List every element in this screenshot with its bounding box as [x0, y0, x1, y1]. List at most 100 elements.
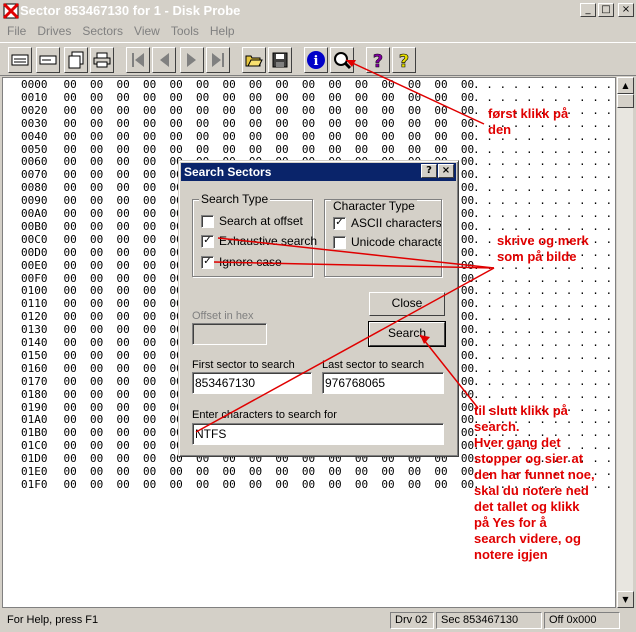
chars-field[interactable]: NTFS — [192, 423, 444, 445]
hex-offset: 0180 — [21, 387, 48, 401]
hex-ascii: . . . . . . . . . . . . . . . . — [473, 323, 613, 337]
hex-ascii: . . . . . . . . . . . . . . . . — [473, 297, 613, 311]
hex-offset: 0090 — [21, 194, 48, 208]
hex-ascii: . . . . . . . . . . . . . . . . — [473, 271, 613, 285]
hex-bytes: 00 00 00 00 00 00 00 00 00 00 00 00 00 0… — [63, 90, 475, 104]
maximize-button[interactable]: □ — [598, 3, 614, 17]
context-help-icon[interactable]: ? — [392, 47, 416, 73]
hex-offset: 00D0 — [21, 245, 48, 259]
annotation-line: på Yes for å — [474, 515, 547, 530]
hex-bytes: 00 00 00 00 00 00 00 00 00 00 00 00 00 0… — [63, 477, 475, 491]
hex-offset: 0020 — [21, 103, 48, 117]
minimize-button[interactable]: _ — [580, 3, 596, 17]
menu-drives[interactable]: Drives — [32, 22, 77, 40]
first-icon[interactable] — [126, 47, 150, 73]
annotation-line: den har funnet noe, — [474, 467, 595, 482]
search-icon[interactable] — [330, 47, 354, 73]
dialog-close-button[interactable]: Close — [369, 292, 445, 316]
open-icon[interactable] — [242, 47, 266, 73]
menu-help[interactable]: Help — [205, 22, 241, 40]
hex-row: 01F0 00 00 00 00 00 00 00 00 00 00 00 00 … — [21, 477, 475, 491]
hex-offset: 00F0 — [21, 271, 48, 285]
hex-ascii: . . . . . . . . . . . . . . . . — [473, 387, 613, 401]
hex-ascii: . . . . . . . . . . . . . . . . — [473, 348, 613, 362]
svg-text:?: ? — [373, 51, 383, 70]
annotation-first: først klikk på den — [488, 106, 568, 138]
toolbar: i ? ? — [0, 42, 636, 76]
doc-icon[interactable] — [8, 47, 32, 73]
hex-offset: 0150 — [21, 348, 48, 362]
info-icon[interactable]: i — [304, 47, 328, 73]
checkbox-label: Exhaustive search — [219, 234, 318, 248]
checkbox-box[interactable]: ✓ — [201, 255, 214, 269]
hex-ascii: . . . . . . . . . . . . . . . . — [473, 361, 613, 375]
status-sector: Sec 853467130 — [436, 612, 542, 629]
annotation-line: search videre, og — [474, 531, 581, 546]
hex-ascii: . . . . . . . . . . . . . . . . — [473, 207, 613, 220]
hex-offset: 0140 — [21, 336, 48, 349]
vertical-scrollbar[interactable]: ▲ ▼ — [616, 77, 634, 608]
hex-row: 0050 00 00 00 00 00 00 00 00 00 00 00 00 … — [21, 142, 474, 156]
hex-offset: 0050 — [21, 142, 48, 156]
drive-icon[interactable] — [36, 47, 60, 73]
hex-offset: 00C0 — [21, 232, 48, 246]
copy-icon[interactable] — [64, 47, 88, 73]
unicode-checkbox[interactable]: Unicode characters — [333, 235, 441, 249]
ascii-checkbox[interactable]: ✓ ASCII characters — [333, 216, 441, 230]
close-button[interactable]: × — [618, 3, 634, 17]
status-bar: For Help, press F1 Drv 02 Sec 853467130 … — [0, 610, 636, 630]
hex-ascii: . . . . . . . . . . . . . . . . — [473, 168, 613, 182]
scroll-down-icon[interactable]: ▼ — [617, 591, 634, 608]
hex-ascii: . . . . . . . . . . . . . . . . — [473, 374, 613, 388]
title-bar: Sector 853467130 for 1 - Disk Probe _ □ … — [0, 0, 636, 22]
menu-sectors[interactable]: Sectors — [77, 22, 129, 40]
window-title: Sector 853467130 for 1 - Disk Probe — [20, 3, 241, 18]
hex-offset: 0060 — [21, 155, 48, 169]
scroll-up-icon[interactable]: ▲ — [617, 77, 634, 94]
menu-tools[interactable]: Tools — [166, 22, 205, 40]
last-icon[interactable] — [206, 47, 230, 73]
checkbox-label: Unicode characters — [351, 235, 441, 249]
annotation-line: til slutt klikk på — [474, 403, 568, 418]
hex-offset: 00A0 — [21, 207, 48, 220]
hex-offset: 01E0 — [21, 465, 48, 478]
menu-view[interactable]: View — [129, 22, 166, 40]
hex-offset: 0080 — [21, 181, 48, 195]
hex-bytes: 00 00 00 00 00 00 00 00 00 00 00 00 00 0… — [63, 465, 475, 478]
hex-ascii: . . . . . . . . . . . . . . . . — [473, 181, 613, 195]
dialog-title-text: Search Sectors — [184, 165, 272, 179]
menu-bar: File Drives Sectors View Tools Help — [0, 22, 636, 40]
hex-offset: 01D0 — [21, 452, 48, 466]
ignore-case-checkbox[interactable]: ✓ Ignore case — [201, 255, 282, 269]
dialog-close-icon[interactable]: × — [438, 164, 454, 178]
search-button[interactable]: Search — [368, 321, 446, 347]
next-icon[interactable] — [180, 47, 204, 73]
first-sector-field[interactable]: 853467130 — [192, 372, 312, 394]
print-icon[interactable] — [90, 47, 114, 73]
checkbox-box[interactable] — [201, 214, 214, 228]
last-sector-field[interactable]: 976768065 — [322, 372, 444, 394]
hex-offset: 0010 — [21, 90, 48, 104]
annotation-line: den — [488, 122, 512, 137]
checkbox-box[interactable] — [333, 235, 346, 249]
checkbox-box[interactable]: ✓ — [333, 216, 346, 230]
hex-offset: 0170 — [21, 374, 48, 388]
checkbox-box[interactable]: ✓ — [201, 234, 214, 248]
status-offset: Off 0x000 — [544, 612, 620, 629]
annotation-line: som på bilde — [497, 249, 577, 264]
dialog-help-button[interactable]: ? — [421, 164, 437, 178]
hex-offset: 0110 — [21, 297, 48, 311]
hex-row: 0040 00 00 00 00 00 00 00 00 00 00 00 00 … — [21, 130, 474, 143]
hex-ascii: . . . . . . . . . . . . . . . . — [473, 90, 613, 104]
scroll-thumb[interactable] — [617, 94, 634, 108]
save-icon[interactable] — [268, 47, 292, 73]
search-at-offset-checkbox[interactable]: Search at offset — [201, 214, 303, 228]
exhaustive-search-checkbox[interactable]: ✓ Exhaustive search — [201, 234, 317, 248]
prev-icon[interactable] — [152, 47, 176, 73]
app-icon — [2, 2, 20, 20]
hex-offset: 0160 — [21, 361, 48, 375]
help-icon[interactable]: ? — [366, 47, 390, 73]
menu-file[interactable]: File — [2, 22, 32, 40]
status-help: For Help, press F1 — [7, 614, 99, 626]
svg-text:?: ? — [399, 51, 409, 70]
